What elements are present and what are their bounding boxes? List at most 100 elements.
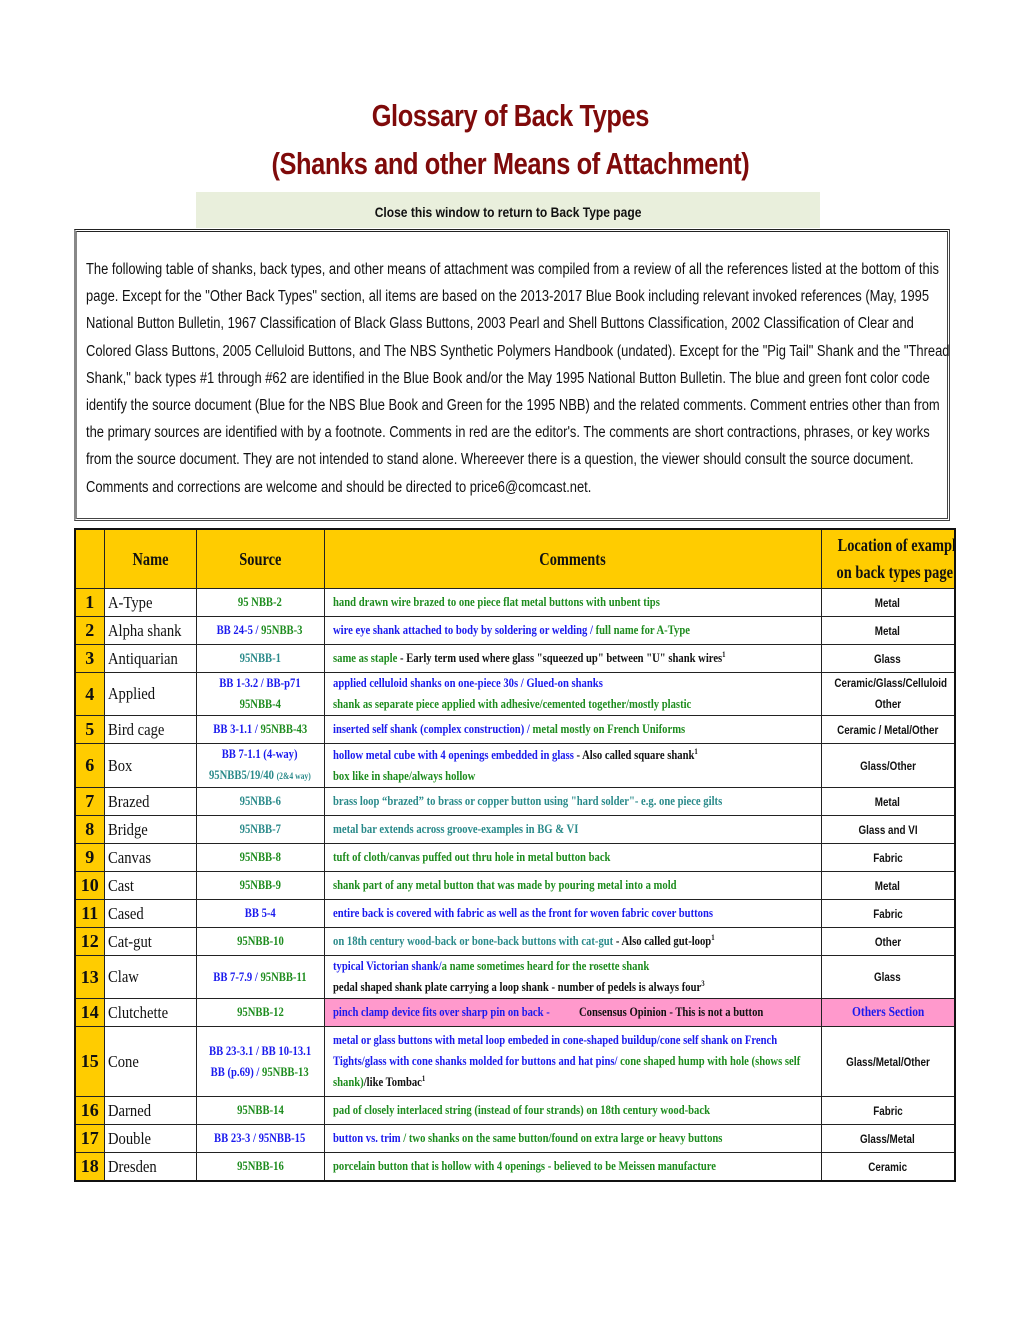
text-line-inner: on 18th century wood-back or bone-back b… <box>333 931 715 952</box>
text-line-inner: metal or glass buttons with metal loop e… <box>333 1030 777 1051</box>
text-segment: 95NBB5/19/40 <box>209 768 277 782</box>
back-type-name: Cat-gut <box>103 927 197 956</box>
text-segment: metal bar extends across groove-examples… <box>332 822 578 836</box>
text-segment: 95NBB-16 <box>236 1159 284 1173</box>
close-window-link[interactable]: Close this window to return to Back Type… <box>196 192 820 228</box>
text-line: hollow metal cube with 4 openings embedd… <box>333 745 821 766</box>
row-number: 11 <box>74 899 105 928</box>
text-segment: 95NBB-6 <box>239 794 281 808</box>
row-number: 3 <box>74 644 105 673</box>
text-line: wire eye shank attached to body by solde… <box>333 620 821 641</box>
source-cell: 95 NBB-2 <box>195 588 325 617</box>
text-segment: BB 24-5 / <box>217 623 262 637</box>
source-cell: 95NBB-10 <box>195 927 325 956</box>
text-line-inner: typical Victorian shank/a name sometimes… <box>333 957 649 978</box>
back-type-name-text: Double <box>107 1128 151 1148</box>
intro-box: The following table of shanks, back type… <box>74 229 950 521</box>
text-line-inner: 95NBB-7 <box>239 819 280 840</box>
text-line: 95NBB-7 <box>197 819 323 840</box>
text-line: 95NBB-14 <box>197 1100 323 1121</box>
text-line-inner: BB (p.69) / 95NBB-13 <box>211 1062 309 1083</box>
location-cell: Fabric <box>820 1096 956 1125</box>
text-segment: pad of closely interlaced string (instea… <box>332 1103 710 1117</box>
page-title: Glossary of Back Types <box>371 98 650 133</box>
text-segment: wire eye shank attached to body by solde… <box>332 623 596 637</box>
location-cell: Ceramic/Glass/Celluloid Other <box>820 672 956 716</box>
location-cell: Glass <box>820 955 956 999</box>
text-segment: 95NBB-10 <box>236 934 284 948</box>
text-segment: Consensus Opinion - This is not a button <box>551 1005 763 1019</box>
location-cell: Metal <box>820 616 956 645</box>
text-segment: /like Tombac <box>363 1075 422 1089</box>
text-segment: BB 5-4 <box>244 906 276 920</box>
col-header-name: Name <box>103 528 197 589</box>
text-segment: BB 1-3.2 / BB-p71 <box>219 676 301 690</box>
text-segment: a name sometimes heard for the rosette s… <box>441 959 649 973</box>
table-row: 3 Antiquarian 95NBB-1 same as staple - Earl… <box>74 644 956 673</box>
table-row: 10 Cast 95NBB-9 shank part of any metal but… <box>74 871 956 900</box>
text-line-inner: 95NBB-9 <box>239 875 280 896</box>
location-text: Glass/Metal <box>860 1131 916 1146</box>
comments-cell: tuft of cloth/canvas puffed out thru hol… <box>323 843 822 872</box>
location-cell: Glass/Other <box>820 743 956 788</box>
back-type-name: Antiquarian <box>103 644 197 673</box>
location-line: Glass/Metal/Other <box>822 1055 954 1069</box>
table-row: 11 Cased BB 5-4 entire back is covered with… <box>74 899 956 928</box>
text-line: metal or glass buttons with metal loop e… <box>333 1030 821 1051</box>
comments-cell: entire back is covered with fabric as we… <box>323 899 822 928</box>
table-row: 15 Cone BB 23-3.1 / BB 10-13.1 BB (p.69) / … <box>74 1026 956 1097</box>
location-text: Ceramic/Glass/Celluloid <box>833 676 947 690</box>
source-cell: 95NBB-1 <box>195 644 325 673</box>
text-line: inserted self shank (complex constructio… <box>333 719 821 740</box>
location-text: Glass <box>874 651 902 666</box>
col-header-location: Location of example on back types page <box>820 528 956 589</box>
text-line: entire back is covered with fabric as we… <box>333 903 821 924</box>
text-line-inner: entire back is covered with fabric as we… <box>333 903 713 924</box>
text-line-inner: BB 7-1.1 (4-way) <box>222 745 298 766</box>
back-type-name: Bridge <box>103 815 197 844</box>
back-type-name-text: Cast <box>107 875 134 895</box>
row-number: 16 <box>74 1096 105 1125</box>
location-text: Other <box>874 934 901 949</box>
back-type-name-text: Cased <box>107 903 144 923</box>
location-cell: Metal <box>820 787 956 816</box>
text-line-inner: metal bar extends across groove-examples… <box>333 819 578 840</box>
row-number: 6 <box>74 743 105 788</box>
text-line-inner: 95NBB-6 <box>239 791 280 812</box>
table-row: 14 Clutchette 95NBB-12 pinch clamp device f… <box>74 998 956 1027</box>
location-cell: Metal <box>820 871 956 900</box>
source-cell: BB 5-4 <box>195 899 325 928</box>
back-type-name: A-Type <box>103 588 197 617</box>
text-segment: BB 7-7.9 / <box>213 969 261 984</box>
location-cell: Fabric <box>820 843 956 872</box>
table-row: 12 Cat-gut 95NBB-10 on 18th century wood-ba… <box>74 927 956 956</box>
comments-cell: applied celluloid shanks on one-piece 30… <box>323 672 822 716</box>
text-segment: 95NBB-4 <box>239 697 281 711</box>
text-segment: 95NBB-15 <box>258 1131 306 1145</box>
text-segment: 1 <box>693 746 698 756</box>
text-line-inner: 95 NBB-2 <box>238 592 282 613</box>
text-line: pedal shaped shank plate carrying a loop… <box>333 977 821 998</box>
text-line: button vs. trim / two shanks on the same… <box>333 1128 821 1149</box>
text-line: typical Victorian shank/a name sometimes… <box>333 957 821 978</box>
location-line: Other <box>822 934 954 949</box>
text-line: BB 24-5 / 95NBB-3 <box>197 620 323 641</box>
text-segment: hand drawn wire brazed to one piece flat… <box>332 595 660 609</box>
row-number: 12 <box>74 927 105 956</box>
location-cell: Glass/Metal <box>820 1124 956 1153</box>
comments-cell: wire eye shank attached to body by solde… <box>323 616 822 645</box>
location-text: Fabric <box>872 850 903 865</box>
back-type-name: Claw <box>103 955 197 999</box>
text-line-inner: 95NBB-1 <box>239 648 280 669</box>
text-segment: cone shaped hump with hole (shows self <box>619 1054 800 1068</box>
location-line: Metal <box>822 624 954 638</box>
table-row: 6 Box BB 7-1.1 (4-way) 95NBB5/19/40 (2&4 wa… <box>74 743 956 788</box>
text-line: 95NBB-10 <box>197 931 323 952</box>
text-line: brass loop “brazed” to brass or copper b… <box>333 791 821 812</box>
text-line: 95NBB-1 <box>197 648 323 669</box>
text-line-inner: BB 23-3 / 95NBB-15 <box>214 1128 305 1149</box>
source-cell: 95NBB-12 <box>195 998 325 1027</box>
row-number: 18 <box>74 1152 105 1182</box>
text-line-inner: pinch clamp device fits over sharp pin o… <box>333 1002 763 1023</box>
location-text: Metal <box>875 794 901 809</box>
